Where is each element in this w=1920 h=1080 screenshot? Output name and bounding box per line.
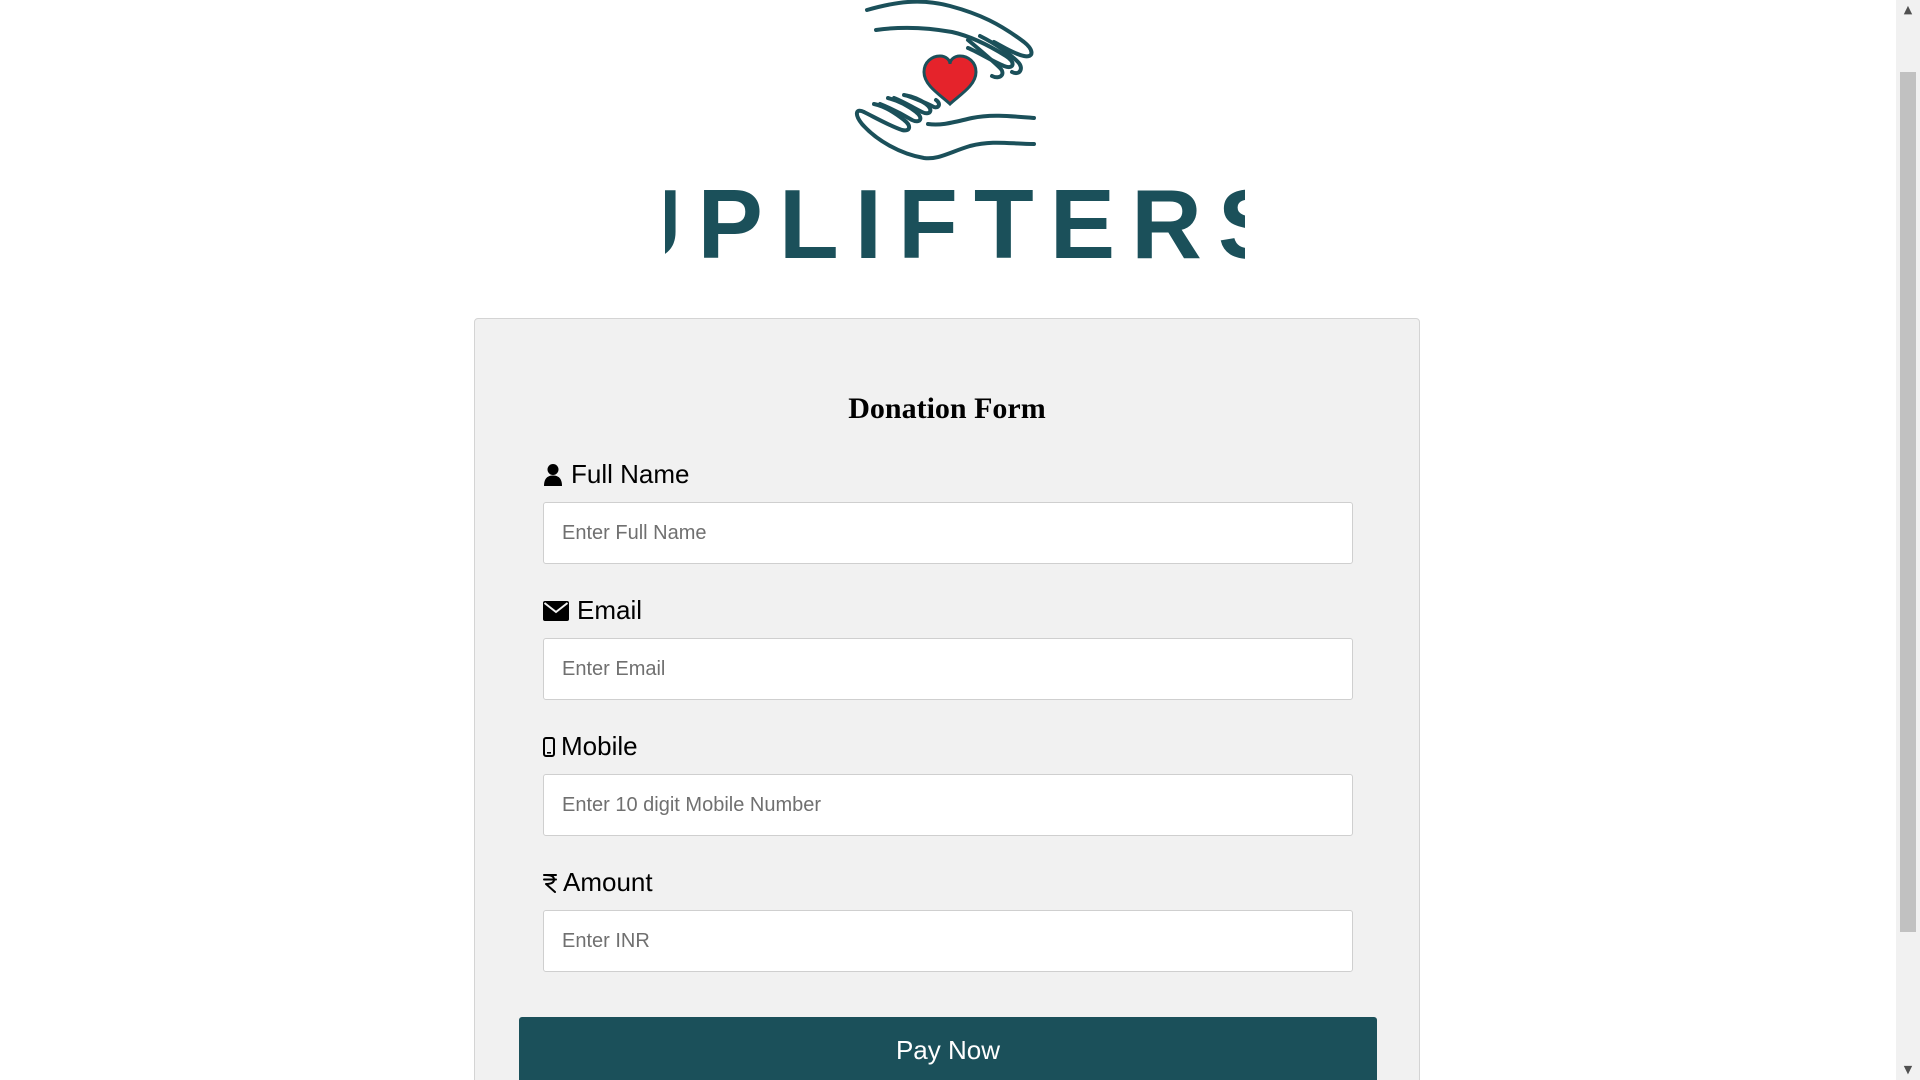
email-input[interactable] xyxy=(543,638,1353,700)
mobile-phone-icon xyxy=(543,736,555,757)
scroll-down-arrow-icon[interactable]: ▼ xyxy=(1896,1060,1920,1080)
mobile-label: Mobile xyxy=(543,731,638,762)
email-label: Email xyxy=(543,595,642,626)
full-name-label-text: Full Name xyxy=(571,459,690,489)
logo-wordmark: UPLIFTERS xyxy=(665,169,1245,278)
full-name-label: Full Name xyxy=(543,459,689,490)
scroll-up-arrow-icon[interactable]: ▲ xyxy=(1896,0,1920,20)
user-icon xyxy=(543,463,563,487)
amount-label: Amount xyxy=(543,867,653,898)
full-name-input[interactable] xyxy=(543,502,1353,564)
page: UPLIFTERS Donation Form Full Name Email … xyxy=(0,0,1896,1080)
email-label-text: Email xyxy=(577,595,643,625)
mobile-label-text: Mobile xyxy=(561,731,638,761)
envelope-icon xyxy=(543,600,569,621)
uplifters-logo: UPLIFTERS xyxy=(650,0,1250,280)
form-title: Donation Form xyxy=(848,392,1046,425)
vertical-scrollbar[interactable]: ▲ ▼ xyxy=(1896,0,1920,1080)
mobile-input[interactable] xyxy=(543,774,1353,836)
amount-input[interactable] xyxy=(543,910,1353,972)
hands-holding-heart-icon xyxy=(855,0,1036,161)
donation-form-card: Donation Form Full Name Email Mobile xyxy=(474,318,1420,1080)
brand-name: UPLIFTERS xyxy=(665,169,1245,278)
pay-now-button[interactable]: Pay Now xyxy=(519,1017,1377,1080)
amount-label-text: Amount xyxy=(563,867,653,897)
rupee-icon xyxy=(543,873,557,893)
heart-icon xyxy=(922,54,978,107)
scroll-thumb[interactable] xyxy=(1900,72,1916,932)
